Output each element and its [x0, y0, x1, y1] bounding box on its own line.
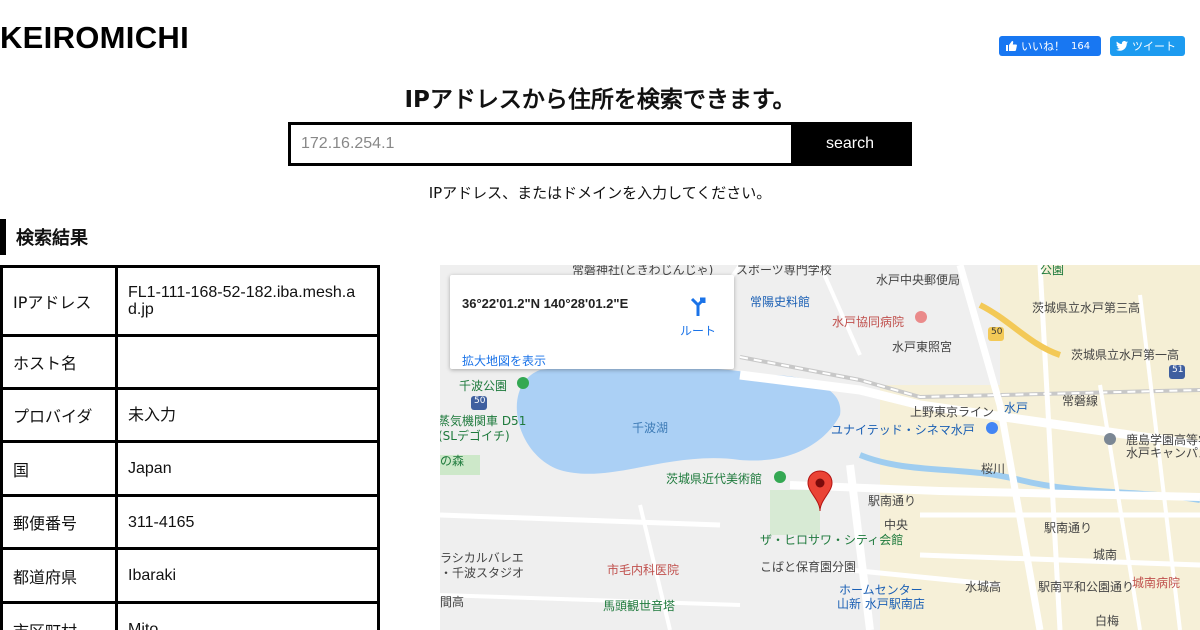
map-label-yamashin: 山新 水戸駅南店: [837, 597, 925, 611]
location-pin-icon[interactable]: [807, 470, 833, 512]
ip-search-input[interactable]: [291, 125, 791, 163]
map-label-line: 上野東京ライン: [910, 405, 995, 419]
map-label-museum: 茨城県近代美術館: [666, 472, 763, 486]
search-button[interactable]: search: [791, 125, 909, 163]
map-label-kyodo: 水戸協同病院: [832, 315, 905, 329]
results-heading: 検索結果: [0, 219, 88, 255]
row-key-provider: プロバイダ: [0, 387, 118, 443]
row-key-postal: 郵便番号: [0, 494, 118, 550]
row-value-host: [115, 334, 380, 390]
map-label-shirume: 白梅: [1095, 614, 1120, 628]
map-label-sports: スポーツ専門学校: [736, 265, 832, 277]
row-value-provider: 未入力: [115, 387, 380, 443]
row-value-postal: 311-4165: [115, 494, 380, 550]
twitter-bird-icon: [1116, 41, 1128, 51]
results-table: IPアドレス FL1-111-168-52-182.iba.mesh.ad.jp…: [0, 265, 380, 630]
museum-icon: [774, 471, 786, 483]
map-label-suijo: 水城高: [965, 580, 1002, 594]
map-label-high1: 茨城県立水戸第一高: [1071, 348, 1180, 362]
page-heading: IPアドレスから住所を検索できます。: [404, 87, 796, 113]
map-label-shoshoji: 水戸東照宮: [892, 340, 953, 354]
map-label-senba-park: 千波公園: [459, 379, 508, 393]
route-50-label: 50: [991, 327, 1003, 337]
cinema-icon: [986, 422, 998, 434]
row-key-prefecture: 都道府県: [0, 547, 118, 604]
facebook-like-label: いいね！: [1021, 40, 1065, 53]
map-label-studio: ・千波スタジオ: [440, 566, 525, 580]
row-key-country: 国: [0, 440, 118, 497]
map-label-lake: 千波湖: [632, 421, 669, 435]
map-label-mito-station: 水戸: [1004, 401, 1029, 415]
directions-icon: [690, 297, 706, 316]
map-info-window: 36°22'01.2"N 140°28'01.2"E ルート 拡大地図を表示: [450, 275, 734, 369]
enlarge-map-link[interactable]: 拡大地図を表示: [462, 352, 546, 369]
map-label-clinic: 市毛内科医院: [607, 563, 680, 577]
hospital-icon: [915, 311, 927, 323]
ip-search-form: search: [288, 122, 912, 166]
row-value-prefecture: Ibaraki: [115, 547, 380, 604]
route-50b-label: 50: [474, 396, 486, 406]
map-label-park: 公園: [1040, 265, 1065, 277]
site-logo[interactable]: KEIROMICHI: [0, 20, 189, 56]
park-icon: [517, 377, 529, 389]
row-value-ip: FL1-111-168-52-182.iba.mesh.ad.jp: [115, 265, 380, 337]
route-51-label: 51: [1172, 365, 1184, 375]
map-label-high3: 茨城県立水戸第三高: [1032, 301, 1141, 315]
row-value-country: Japan: [115, 440, 380, 497]
table-row: IPアドレス FL1-111-168-52-182.iba.mesh.ad.jp: [0, 265, 380, 337]
search-hint: IPアドレス、またはドメインを入力してください。: [428, 184, 772, 202]
map-label-shiryokan: 常陽史料館: [750, 295, 811, 309]
row-key-city: 市区町村: [0, 601, 118, 630]
map-label-mori: の森: [440, 454, 465, 468]
map-label-joban: 常磐線: [1062, 394, 1099, 408]
map-label-hirosawa: ザ・ヒロサワ・シティ会館: [760, 533, 904, 547]
map-label-post-office: 水戸中央郵便局: [876, 273, 961, 287]
route-button[interactable]: ルート: [676, 297, 720, 339]
map-label-bato: 馬頭観世音塔: [603, 599, 676, 613]
route-label: ルート: [679, 324, 716, 338]
facebook-like-count: 164: [1071, 40, 1091, 52]
map-label-koko: 間高: [440, 595, 465, 609]
facebook-like-button[interactable]: いいね！ 164: [999, 36, 1101, 56]
tweet-button[interactable]: ツイート: [1110, 36, 1185, 56]
table-row: 都道府県 Ibaraki: [0, 547, 380, 604]
table-row: 国 Japan: [0, 440, 380, 497]
map-label-ekinan2: 駅南通り: [1044, 521, 1093, 535]
row-key-ip: IPアドレス: [0, 265, 118, 337]
map-coordinates: 36°22'01.2"N 140°28'01.2"E: [462, 296, 629, 311]
table-row: 市区町村 Mito: [0, 601, 380, 630]
school-icon: [1104, 433, 1116, 445]
thumbs-up-icon: [1006, 41, 1017, 51]
social-buttons: いいね！ 164 ツイート: [999, 36, 1185, 56]
map-label-kashima2: 水戸キャンパス: [1126, 446, 1200, 460]
map-label-jonan-hospital: 城南病院: [1132, 576, 1181, 590]
table-row: ホスト名: [0, 334, 380, 390]
map-label-kodama: こばと保育園分園: [760, 560, 857, 574]
map-label-sl: (SLデゴイチ): [440, 429, 510, 443]
row-key-host: ホスト名: [0, 334, 118, 390]
table-row: プロバイダ 未入力: [0, 387, 380, 443]
map-label-cinema: ユナイテッド・シネマ水戸: [831, 423, 975, 437]
map-label-ekinan: 駅南通り: [868, 494, 917, 508]
tweet-label: ツイート: [1132, 40, 1176, 53]
map-view[interactable]: 常磐神社(ときわじんじゃ) スポーツ専門学校 水戸中央郵便局 公園 常陽史料館 …: [440, 265, 1200, 630]
map-label-sakuragawa: 桜川: [981, 462, 1006, 476]
map-label-hiraiwa: 駅南平和公園通り: [1038, 580, 1135, 594]
map-label-jonan: 城南: [1093, 548, 1118, 562]
row-value-city: Mito: [115, 601, 380, 630]
table-row: 郵便番号 311-4165: [0, 494, 380, 550]
